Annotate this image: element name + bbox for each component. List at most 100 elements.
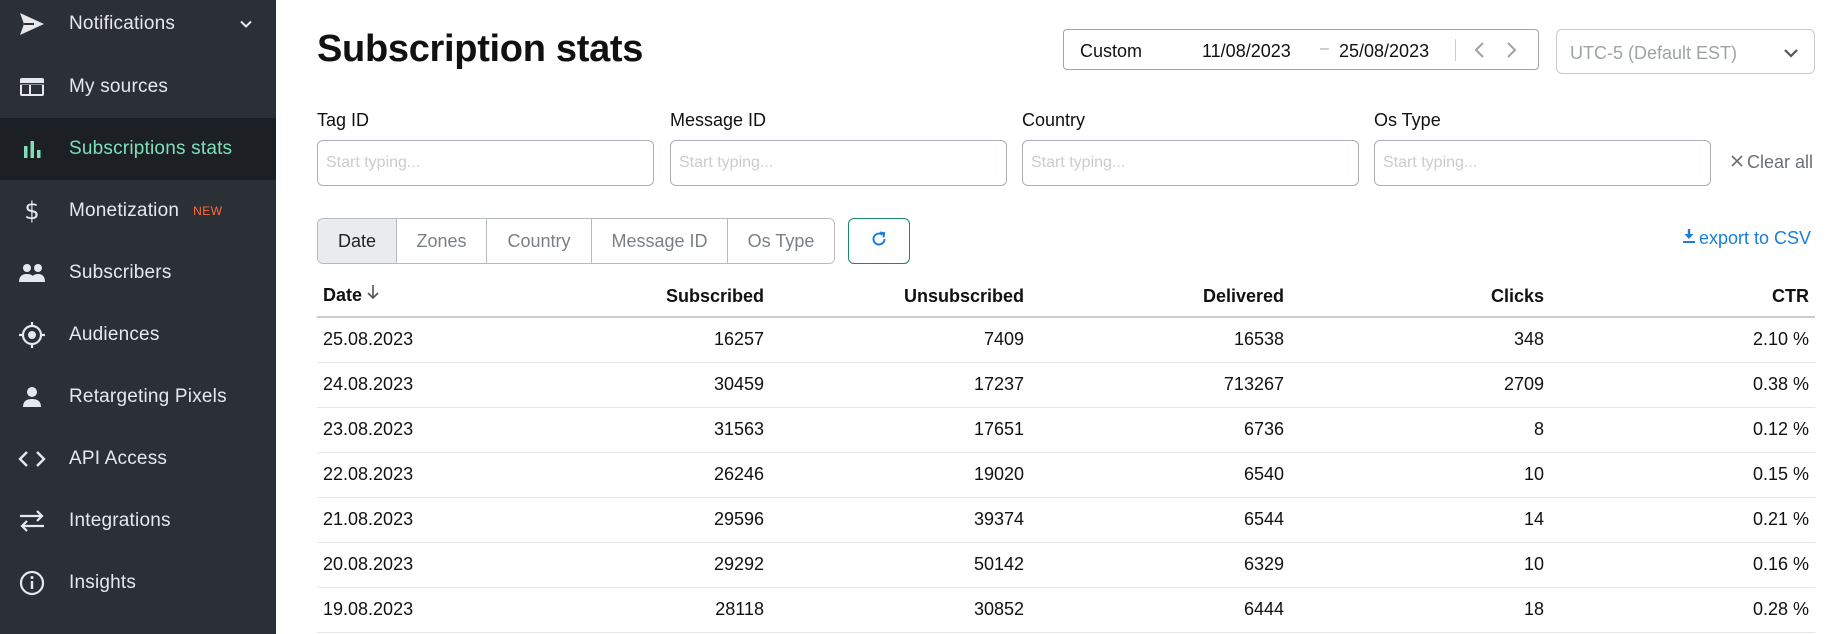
target-icon [18,321,46,349]
sidebar-item-subscribers[interactable]: Subscribers [0,242,276,304]
tag-id-label: Tag ID [317,110,370,130]
chevron-left-icon[interactable] [1469,39,1491,61]
cell-date: 21.08.2023 [317,497,527,543]
person-icon [18,383,46,411]
sidebar-item-label: My sources [69,76,169,97]
os-type-label: Os Type [1374,110,1441,130]
page-title: Subscription stats [317,28,644,70]
code-icon [18,445,46,473]
sidebar-item-label: Notifications [69,13,176,34]
refresh-button[interactable] [848,218,910,264]
svg-text:$: $ [24,198,39,224]
column-header-clicks[interactable]: Clicks [1290,276,1550,318]
column-header-ctr[interactable]: CTR [1550,276,1815,318]
cell-clicks: 2709 [1290,362,1550,408]
sidebar-item-retargeting-pixels[interactable]: Retargeting Pixels [0,366,276,428]
swap-arrows-icon [18,507,46,535]
date-preset[interactable]: Custom [1080,41,1142,62]
sidebar-item-label: Monetization NEW [69,200,223,222]
cell-unsubscribed: 30852 [770,587,1030,633]
export-csv-label: export to CSV [1699,228,1812,248]
tag-id-input[interactable] [317,140,654,186]
chevron-down-icon[interactable] [238,16,254,32]
cell-delivered: 713267 [1030,362,1290,408]
column-header-unsubscribed[interactable]: Unsubscribed [770,276,1030,318]
cell-ctr: 2.10 % [1550,317,1815,363]
cell-subscribed: 29292 [527,542,770,588]
date-from[interactable]: 11/08/2023 [1202,41,1291,62]
cell-subscribed: 30459 [527,362,770,408]
cell-ctr: 0.16 % [1550,542,1815,588]
sidebar-item-label: Subscriptions stats [69,138,233,159]
date-range-dash: – [1320,40,1329,57]
table-row: 25.08.2023 16257 7409 16538 348 2.10 % [317,317,1815,363]
cell-unsubscribed: 17651 [770,407,1030,453]
cell-date: 20.08.2023 [317,542,527,588]
table-row: 20.08.2023 29292 50142 6329 10 0.16 % [317,542,1815,588]
country-label: Country [1022,110,1086,130]
column-header-delivered[interactable]: Delivered [1030,276,1290,318]
cell-delivered: 6329 [1030,542,1290,588]
chevron-right-icon[interactable] [1500,39,1522,61]
cell-delivered: 6736 [1030,407,1290,453]
export-csv-link[interactable]: export to CSV [1682,228,1811,249]
cell-clicks: 10 [1290,452,1550,498]
tab-country[interactable]: Country [487,219,592,263]
cell-delivered: 6444 [1030,587,1290,633]
sidebar-item-notifications[interactable]: Notifications [0,0,276,55]
cell-ctr: 0.38 % [1550,362,1815,408]
table-row: 21.08.2023 29596 39374 6544 14 0.21 % [317,497,1815,543]
message-id-input[interactable] [670,140,1007,186]
sidebar-item-label: Integrations [69,510,171,531]
table-row: 19.08.2023 28118 30852 6444 18 0.28 % [317,587,1815,633]
cell-date: 22.08.2023 [317,452,527,498]
download-icon [1682,228,1699,249]
cell-subscribed: 26246 [527,452,770,498]
timezone-value: UTC-5 (Default EST) [1570,43,1738,63]
tab-date[interactable]: Date [318,219,397,263]
sidebar-item-integrations[interactable]: Integrations [0,490,276,552]
arrow-down-icon [366,284,380,305]
timezone-select[interactable]: UTC-5 (Default EST) [1556,29,1815,74]
cell-delivered: 16538 [1030,317,1290,363]
sidebar-item-label: Retargeting Pixels [69,386,227,407]
send-icon [18,10,46,38]
cell-subscribed: 29596 [527,497,770,543]
sidebar-item-my-sources[interactable]: My sources [0,56,276,118]
sidebar-item-api-access[interactable]: API Access [0,428,276,490]
cell-subscribed: 16257 [527,317,770,363]
sidebar-item-subscriptions-stats[interactable]: Subscriptions stats [0,118,276,180]
cell-clicks: 8 [1290,407,1550,453]
os-type-input[interactable] [1374,140,1711,186]
cell-clicks: 10 [1290,542,1550,588]
column-header-subscribed[interactable]: Subscribed [527,276,770,318]
clear-all-button[interactable]: Clear all [1730,152,1813,173]
refresh-icon [870,230,888,253]
column-header-date[interactable]: Date [317,276,527,318]
table-row: 24.08.2023 30459 17237 713267 2709 0.38 … [317,362,1815,408]
tab-zones[interactable]: Zones [397,219,487,263]
cell-ctr: 0.15 % [1550,452,1815,498]
cell-unsubscribed: 50142 [770,542,1030,588]
cell-unsubscribed: 17237 [770,362,1030,408]
table-row: 22.08.2023 26246 19020 6540 10 0.15 % [317,452,1815,498]
tab-message-id[interactable]: Message ID [592,219,728,263]
cell-unsubscribed: 7409 [770,317,1030,363]
message-id-label: Message ID [670,110,767,130]
sidebar-item-label: API Access [69,448,168,469]
sidebar-item-monetization[interactable]: $ Monetization NEW [0,180,276,242]
table-row: 23.08.2023 31563 17651 6736 8 0.12 % [317,407,1815,453]
sidebar: Notifications My sources Subscriptions s… [0,0,276,634]
bar-chart-icon [18,135,46,163]
cell-subscribed: 28118 [527,587,770,633]
tab-os-type[interactable]: Os Type [728,219,834,263]
date-range-picker[interactable]: Custom 11/08/2023 – 25/08/2023 [1063,29,1539,70]
country-input[interactable] [1022,140,1359,186]
cell-ctr: 0.28 % [1550,587,1815,633]
sidebar-item-audiences[interactable]: Audiences [0,304,276,366]
sidebar-item-label: Audiences [69,324,160,345]
clear-all-label: Clear all [1747,152,1814,172]
cell-clicks: 18 [1290,587,1550,633]
date-to[interactable]: 25/08/2023 [1339,41,1429,62]
sidebar-item-insights[interactable]: Insights [0,552,276,614]
